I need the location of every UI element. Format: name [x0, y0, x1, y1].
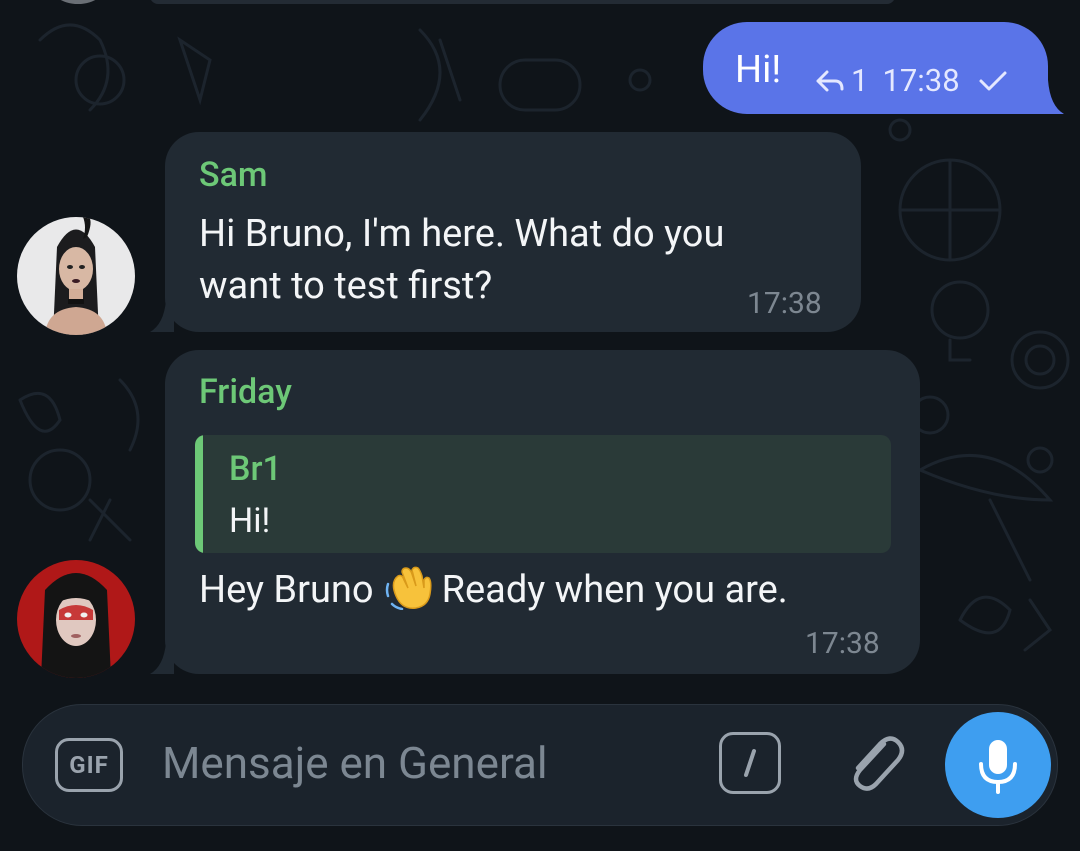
reply-quote-name: Br1: [229, 449, 282, 489]
outgoing-message-text: Hi!: [735, 48, 782, 92]
reply-quote-bar: [195, 435, 203, 553]
incoming-bubble-tail: [150, 642, 174, 674]
slash-icon: [744, 749, 756, 777]
reply-quote[interactable]: Br1 Hi!: [195, 435, 891, 553]
previous-message-partial: [150, 0, 895, 4]
message-text-line: want to test first?: [199, 264, 493, 308]
outgoing-bubble-tail: [1040, 80, 1064, 114]
message-text: Hey Bruno Ready when you are.: [199, 564, 788, 616]
bot-command-button[interactable]: [719, 732, 781, 794]
message-time: 17:38: [747, 286, 822, 321]
sender-name[interactable]: Friday: [199, 372, 292, 412]
message-time: 17:38: [805, 626, 880, 661]
message-input[interactable]: [162, 730, 682, 796]
message-text-part: Hey Bruno: [199, 568, 374, 612]
sender-name[interactable]: Sam: [199, 155, 268, 195]
message-text: Hi Bruno, I'm here. What do you want to …: [199, 208, 724, 312]
voice-record-button[interactable]: [945, 712, 1051, 818]
reply-quote-text: Hi!: [229, 501, 271, 541]
sender-avatar[interactable]: [17, 560, 135, 678]
reply-count[interactable]: 1: [851, 62, 868, 99]
gif-button[interactable]: GIF: [55, 738, 123, 792]
waving-hand-emoji-icon: [385, 566, 432, 610]
message-text-line: Hi Bruno, I'm here. What do you: [199, 212, 725, 256]
message-text-part: Ready when you are.: [441, 568, 788, 612]
reply-arrow-icon[interactable]: [815, 69, 845, 93]
outgoing-message-meta: 1 17:38: [815, 62, 1008, 99]
paperclip-icon[interactable]: [840, 726, 910, 798]
outgoing-message-time: 17:38: [882, 62, 960, 99]
incoming-bubble-tail: [150, 300, 174, 332]
sender-avatar[interactable]: [17, 217, 135, 335]
check-icon: [979, 71, 1007, 90]
microphone-icon: [979, 740, 1017, 794]
